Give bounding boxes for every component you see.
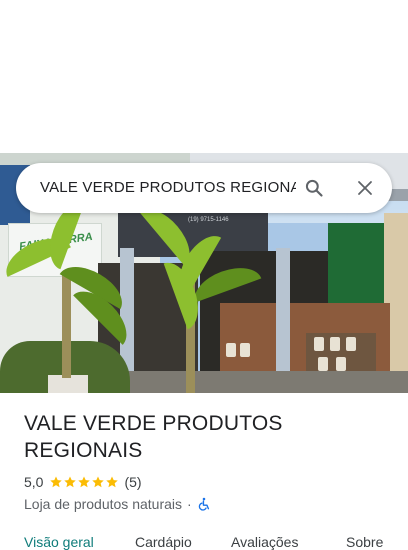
rating-stars xyxy=(49,475,119,489)
star-icon xyxy=(106,476,119,488)
star-icon xyxy=(50,476,63,488)
search-input[interactable]: VALE VERDE PRODUTOS REGIONAIS xyxy=(40,179,296,197)
search-bar[interactable]: VALE VERDE PRODUTOS REGIONAIS xyxy=(16,163,392,213)
photo-jar xyxy=(330,337,340,351)
rating-value: 5,0 xyxy=(24,474,44,490)
tab-reviews[interactable]: Avaliações xyxy=(231,534,298,550)
tab-overview[interactable]: Visão geral xyxy=(24,534,94,550)
star-icon xyxy=(78,476,91,488)
photo-jar xyxy=(240,343,250,357)
category-separator: · xyxy=(187,496,192,512)
star-icon xyxy=(92,476,105,488)
photo-jar xyxy=(336,357,346,371)
category-row: Loja de produtos naturais · xyxy=(24,495,211,513)
close-icon xyxy=(358,181,372,195)
top-blank-area xyxy=(0,0,408,153)
place-title: VALE VERDE PRODUTOS REGIONAIS xyxy=(24,412,283,462)
photo-jar xyxy=(318,357,328,371)
place-category[interactable]: Loja de produtos naturais xyxy=(24,496,182,512)
star-icon xyxy=(64,476,77,488)
place-tabs: Visão geral Cardápio Avaliações Sobre xyxy=(0,530,408,550)
search-icon xyxy=(305,179,323,197)
photo-jar xyxy=(314,337,324,351)
tab-menu[interactable]: Cardápio xyxy=(135,534,192,550)
clear-search-button[interactable] xyxy=(349,172,381,204)
photo-jar xyxy=(346,337,356,351)
photo-banana-trunk xyxy=(62,273,71,378)
photo-phone-text: (19) 9715-1146 xyxy=(188,217,229,223)
photo-green-wall xyxy=(328,223,384,303)
review-count[interactable]: (5) xyxy=(124,474,141,490)
wheelchair-icon xyxy=(198,497,209,511)
rating-row[interactable]: 5,0 (5) xyxy=(24,473,142,491)
tab-about[interactable]: Sobre xyxy=(346,534,383,550)
search-button[interactable] xyxy=(298,172,330,204)
photo-jar xyxy=(226,343,236,357)
